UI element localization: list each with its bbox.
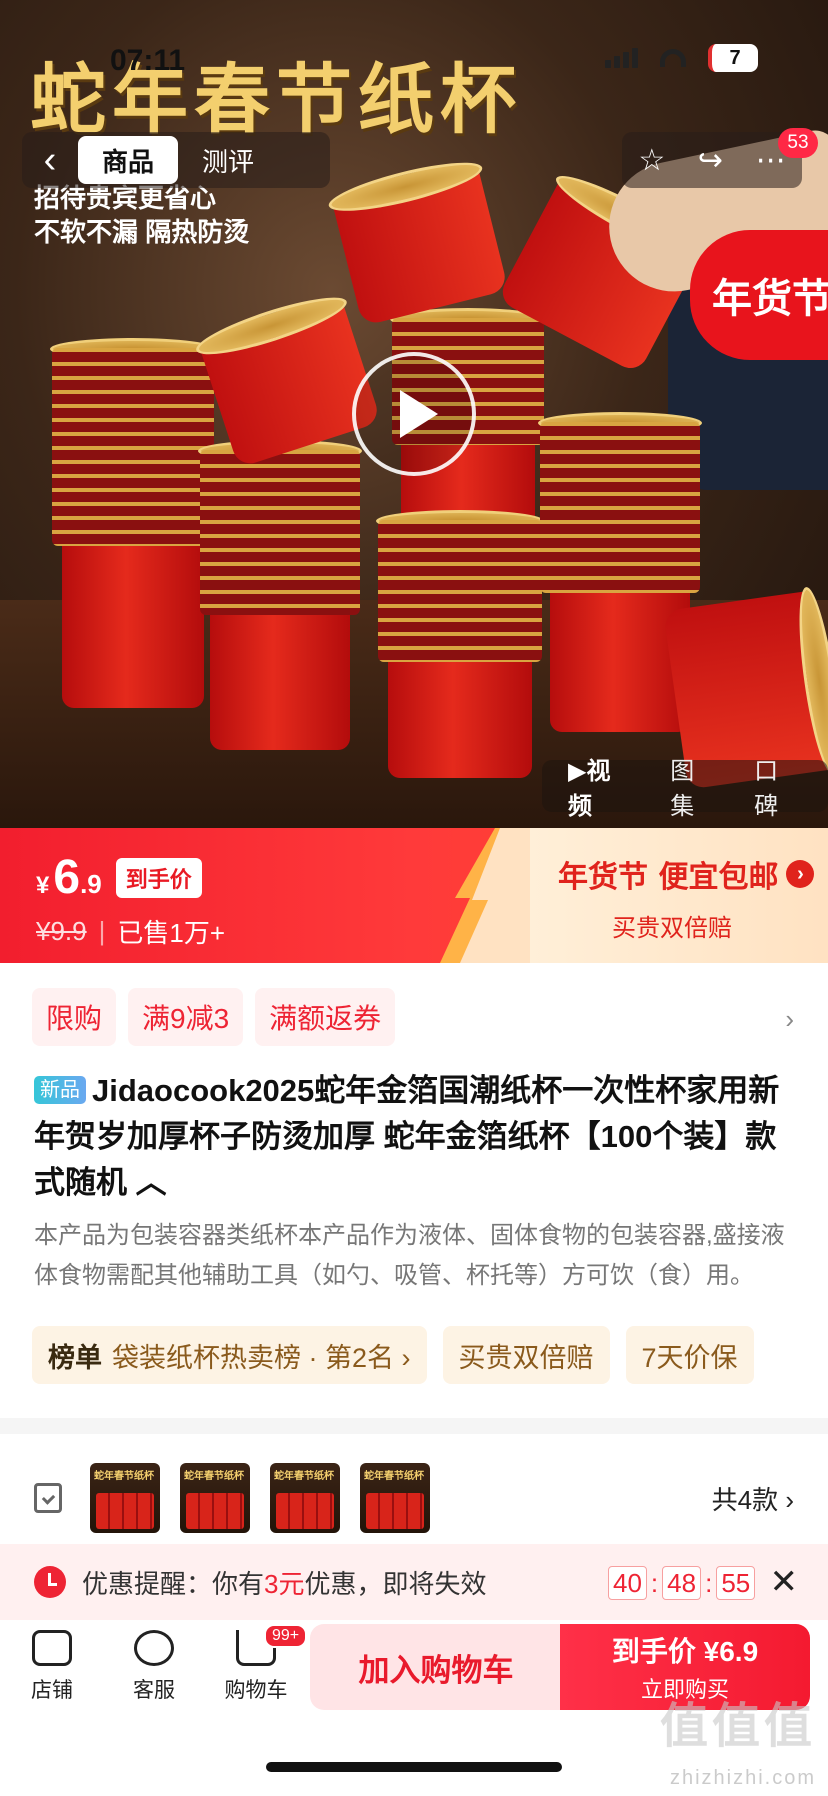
cart-badge: 99+	[264, 1624, 308, 1648]
currency-symbol: ¥	[36, 872, 50, 899]
service-label: 客服	[133, 1679, 175, 1702]
chat-icon	[134, 1630, 174, 1666]
cart-label: 购物车	[224, 1679, 288, 1702]
wifi-icon	[660, 49, 686, 67]
chevron-right-icon[interactable]: ›	[785, 1004, 794, 1035]
variant-thumbnail[interactable]: 蛇年春节纸杯	[270, 1463, 340, 1533]
product-title-text: Jidaocook2025蛇年金箔国潮纸杯一次性杯家用新年贺岁加厚杯子防烫加厚 …	[34, 1073, 780, 1200]
price-decimal: .9	[80, 869, 102, 899]
chevron-left-icon: ‹	[43, 138, 57, 181]
buy-price-label: 到手价 ¥6.9	[611, 1636, 759, 1667]
watermark-url: zhizhizhi.com	[669, 1767, 816, 1789]
lightning-icon	[440, 828, 530, 963]
new-badge: 新品	[34, 1076, 86, 1104]
cup-stack	[198, 440, 362, 750]
guarantee-chip[interactable]: 买贵双倍赔	[442, 1326, 610, 1384]
variant-count[interactable]: 共4款 ›	[712, 1480, 794, 1517]
shop-icon	[32, 1630, 72, 1666]
promo-tag[interactable]: 满额返券	[255, 988, 396, 1046]
ranking-label: 榜单	[48, 1342, 102, 1373]
countdown-hours: 40	[608, 1566, 647, 1600]
ranking-text: 袋装纸杯热卖榜 · 第2名 ›	[112, 1342, 411, 1373]
sold-count: 已售1万+	[117, 918, 226, 948]
product-description: 本产品为包装容器类纸杯本产品作为液体、固体食物的包装容器,盛接液体食物需配其他辅…	[34, 1222, 785, 1289]
media-tabs: ▶视频 图集 口碑	[542, 758, 828, 820]
star-icon[interactable]: ☆	[638, 143, 665, 178]
tilted-cup	[331, 163, 509, 327]
coupon-amount: 3元	[264, 1568, 305, 1599]
service-button[interactable]: 客服	[114, 1630, 194, 1704]
price-banner: ¥ 6 .9 到手价 ¥9.9 | 已售1万+ 年货节 便宜包邮 › 买贵双倍赔	[0, 828, 828, 963]
product-title[interactable]: 新品 Jidaocook2025蛇年金箔国潮纸杯一次性杯家用新年贺岁加厚杯子防烫加…	[34, 1068, 798, 1206]
festival-promo-title: 年货节 便宜包邮	[558, 860, 779, 895]
original-price: ¥9.9	[36, 916, 87, 946]
countdown-timer: 40: 48: 55	[608, 1566, 756, 1600]
variant-thumbnail[interactable]: 蛇年春节纸杯	[360, 1463, 430, 1533]
variant-thumbnail[interactable]: 蛇年春节纸杯	[180, 1463, 250, 1533]
separator: |	[98, 916, 106, 946]
close-icon[interactable]: ✕	[770, 1562, 799, 1602]
cup-stack	[50, 338, 216, 708]
shop-label: 店铺	[31, 1679, 73, 1702]
ranking-chip[interactable]: 榜单 袋装纸杯热卖榜 · 第2名 ›	[32, 1326, 427, 1384]
festival-promo[interactable]: 年货节 便宜包邮 › 买贵双倍赔	[530, 828, 828, 963]
status-icons: 7	[605, 44, 758, 72]
rank-row: 榜单 袋装纸杯热卖榜 · 第2名 › 买贵双倍赔 7天价保	[32, 1326, 754, 1384]
battery-icon: 7	[708, 44, 758, 72]
signal-icon	[605, 48, 638, 68]
festival-promo-subtitle: 买贵双倍赔	[612, 915, 732, 942]
play-video-button[interactable]	[352, 352, 476, 476]
add-to-cart-button[interactable]: 加入购物车	[310, 1624, 562, 1710]
top-nav: ‹ 商品 测评	[22, 132, 330, 188]
variant-thumbnail[interactable]: 蛇年春节纸杯	[90, 1463, 160, 1533]
back-button[interactable]: ‹	[22, 132, 78, 188]
coupon-text: 优惠提醒：你有3元优惠，即将失效	[82, 1568, 487, 1599]
final-price-chip: 到手价	[115, 857, 202, 898]
price-protect-chip[interactable]: 7天价保	[625, 1326, 754, 1384]
media-tab-reviews[interactable]: 口碑	[740, 751, 816, 821]
countdown-minutes: 48	[662, 1566, 702, 1600]
shop-button[interactable]: 店铺	[12, 1630, 92, 1704]
status-time: 07:11	[110, 44, 186, 77]
product-hero-image[interactable]: 蛇年春节纸杯 招待贵宾更省心 不软不漏 隔热防烫 年货节 ▶视频 图集 口碑	[0, 0, 828, 828]
promo-tags: 限购 满9减3 满额返券	[32, 988, 396, 1046]
tab-product[interactable]: 商品	[78, 136, 179, 184]
play-icon	[400, 390, 438, 438]
chevron-right-icon: ›	[786, 860, 815, 888]
price-integer: 6	[53, 851, 81, 904]
clock-icon	[34, 1566, 66, 1598]
cart-button[interactable]: 99+ 购物车	[216, 1624, 308, 1704]
watermark: 值值值	[659, 1700, 816, 1753]
festival-tag: 年货节	[690, 230, 828, 360]
variant-selector[interactable]: 蛇年春节纸杯 蛇年春节纸杯 蛇年春节纸杯 蛇年春节纸杯 共4款 ›	[0, 1462, 828, 1534]
top-actions: ☆ ↪ ⋯	[622, 132, 802, 188]
price-block: ¥ 6 .9 到手价 ¥9.9 | 已售1万+	[36, 850, 225, 950]
promo-tag[interactable]: 满9减3	[128, 988, 244, 1046]
countdown-seconds: 55	[716, 1566, 756, 1600]
coupon-reminder[interactable]: 优惠提醒：你有3元优惠，即将失效 40: 48: 55 ✕	[0, 1544, 828, 1620]
cup-stack	[376, 510, 544, 778]
media-tab-video[interactable]: ▶视频	[554, 751, 648, 821]
share-icon[interactable]: ↪	[698, 143, 723, 178]
notification-badge: 53	[778, 128, 818, 158]
section-divider	[0, 1418, 828, 1434]
home-indicator	[266, 1762, 562, 1772]
tab-review[interactable]: 测评	[178, 136, 278, 184]
variant-check-icon	[34, 1483, 62, 1513]
promo-tag[interactable]: 限购	[32, 988, 117, 1046]
media-tab-gallery[interactable]: 图集	[656, 751, 732, 821]
hero-subtitle: 不软不漏 隔热防烫	[34, 217, 250, 247]
